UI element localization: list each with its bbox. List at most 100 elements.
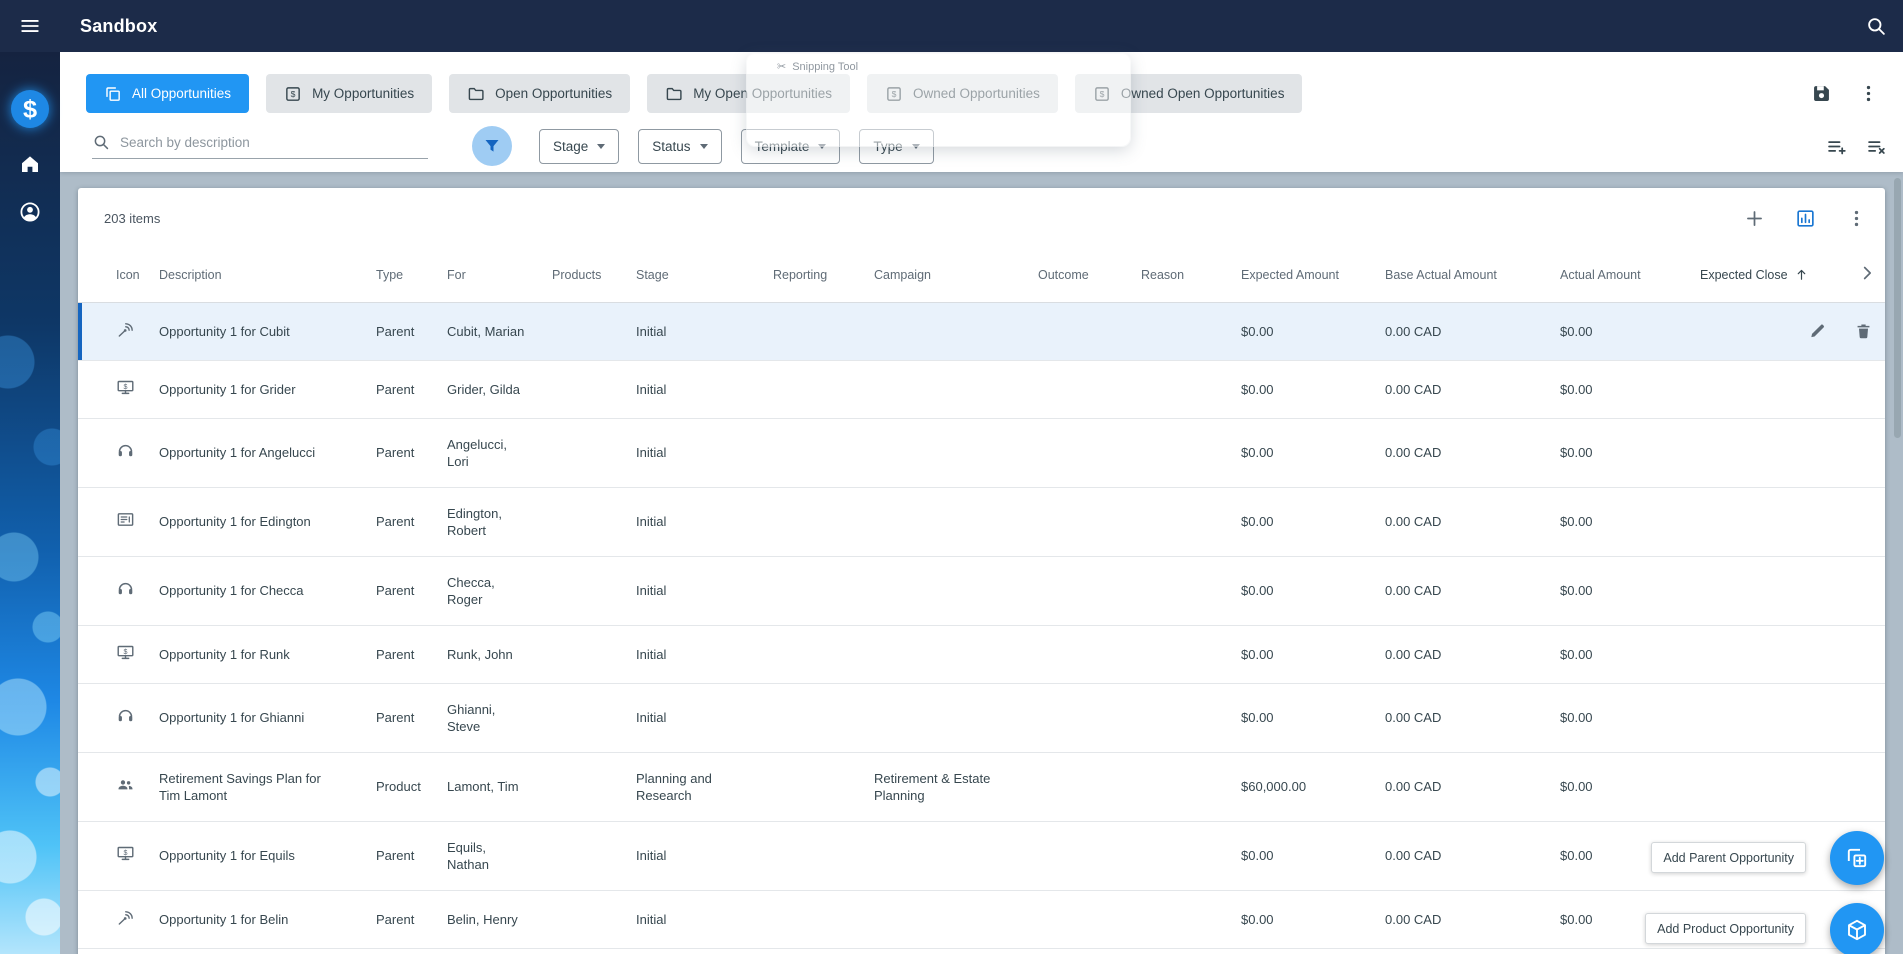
cell-expected-close [1700, 752, 1857, 822]
sidebar-item-profile[interactable] [18, 200, 42, 224]
cell-outcome [1038, 752, 1141, 822]
sort-ascending-icon [1794, 267, 1809, 282]
scroll-columns-right-button[interactable] [1857, 248, 1885, 303]
cell-products [552, 752, 636, 822]
cell-type: Parent [376, 890, 447, 949]
cell-actual-amount: $0.00 [1560, 752, 1700, 822]
cell-expected-close [1700, 625, 1857, 684]
status-dropdown[interactable]: Status [638, 128, 722, 164]
cell-outcome [1038, 360, 1141, 419]
column-header-expected-amount[interactable]: Expected Amount [1241, 248, 1385, 303]
cell-base-actual-amount: 0.00 CAD [1385, 487, 1560, 557]
table-row[interactable]: Retirement Savings Plan for Tim Lamont Pr… [78, 752, 1885, 822]
cell-reason [1141, 302, 1241, 361]
template-dropdown[interactable]: Template [740, 128, 841, 164]
table-row[interactable]: Opportunity 1 for Checca Parent Checca, Ro… [78, 556, 1885, 626]
tab-my-open-opportunities[interactable]: My Open Opportunities [647, 74, 851, 113]
cell-base-actual-amount: 0.00 CAD [1385, 418, 1560, 488]
search-icon [1865, 15, 1887, 37]
save-view-button[interactable] [1811, 83, 1832, 104]
header-search-button[interactable] [1865, 15, 1887, 37]
sidebar-item-home[interactable] [18, 152, 42, 176]
cell-description: Opportunity 1 for Cubit [159, 302, 376, 361]
cell-outcome [1038, 302, 1141, 361]
column-header-for[interactable]: For [447, 248, 552, 303]
tab-open-opportunities[interactable]: Open Opportunities [449, 74, 631, 113]
tab-label: My Opportunities [312, 86, 415, 101]
sidebar-item-opportunities[interactable]: $ [11, 90, 49, 128]
cell-outcome [1038, 625, 1141, 684]
people-icon [116, 775, 135, 794]
tab-label: Owned Open Opportunities [1120, 86, 1285, 101]
column-header-icon[interactable]: Icon [78, 248, 159, 303]
cell-expected-amount: $0.00 [1241, 821, 1385, 891]
search-input[interactable] [120, 134, 428, 150]
column-label: Icon [116, 267, 140, 282]
column-header-reporting[interactable]: Reporting [773, 248, 874, 303]
add-product-opportunity-button[interactable] [1830, 903, 1884, 954]
cell-campaign [874, 487, 1038, 557]
table-row[interactable]: $ Opportunity 1 for Grider Parent Grider, G… [78, 360, 1885, 419]
column-header-expected-close[interactable]: Expected Close [1700, 248, 1857, 303]
cell-base-actual-amount: 0.00 CAD [1385, 625, 1560, 684]
table-row[interactable]: Opportunity 1 for Belin Parent Belin, Henr… [78, 890, 1885, 949]
table-row[interactable]: Opportunity 1 for Ghianni Parent Ghianni, … [78, 683, 1885, 753]
column-header-products[interactable]: Products [552, 248, 636, 303]
cell-stage: Initial [636, 418, 773, 488]
view-tabs-bar: All Opportunities $ My Opportunities Open O… [60, 52, 1903, 113]
chart-view-button[interactable] [1795, 208, 1816, 229]
column-header-reason[interactable]: Reason [1141, 248, 1241, 303]
row-options-add-button[interactable] [1826, 136, 1847, 157]
tab-all-opportunities[interactable]: All Opportunities [86, 74, 250, 113]
edit-row-button[interactable] [1808, 322, 1827, 341]
cell-expected-amount: $0.00 [1241, 625, 1385, 684]
filter-button[interactable] [472, 126, 512, 166]
table-row[interactable]: Opportunity 1 for Cubit Parent Cubit, Mari… [78, 302, 1885, 361]
cell-products [552, 302, 636, 361]
column-header-campaign[interactable]: Campaign [874, 248, 1038, 303]
add-parent-opportunity-button[interactable] [1830, 831, 1884, 885]
cell-products [552, 890, 636, 949]
column-header-type[interactable]: Type [376, 248, 447, 303]
tab-my-opportunities[interactable]: $ My Opportunities [266, 74, 433, 113]
more-vert-icon [1858, 83, 1879, 104]
cell-outcome [1038, 487, 1141, 557]
list-more-options-button[interactable] [1846, 208, 1867, 229]
column-header-base-actual-amount[interactable]: Base Actual Amount [1385, 248, 1560, 303]
add-product-icon [1845, 918, 1869, 942]
tab-owned-open-opportunities[interactable]: $ Owned Open Opportunities [1074, 74, 1303, 113]
column-header-actual-amount[interactable]: Actual Amount [1560, 248, 1700, 303]
cell-outcome [1038, 418, 1141, 488]
column-header-outcome[interactable]: Outcome [1038, 248, 1141, 303]
menu-button[interactable] [0, 0, 60, 52]
column-header-description[interactable]: Description [159, 248, 376, 303]
scrollbar-thumb[interactable] [1894, 178, 1901, 438]
home-icon [18, 152, 42, 176]
type-dropdown[interactable]: Type [859, 128, 934, 164]
cell-reason [1141, 625, 1241, 684]
table-row[interactable]: Opportunity 1 for Angelucci Parent Angeluc… [78, 418, 1885, 488]
cell-icon [78, 418, 159, 488]
cell-reporting [773, 302, 874, 361]
column-header-stage[interactable]: Stage [636, 248, 773, 303]
delete-row-button[interactable] [1854, 322, 1873, 341]
column-label: Actual Amount [1560, 267, 1641, 282]
satellite-dish-icon [116, 320, 135, 339]
stage-dropdown[interactable]: Stage [539, 128, 620, 164]
more-vert-icon [1846, 208, 1867, 229]
filter-bar: Stage Status Template Type [60, 117, 1903, 175]
cell-expected-close [1700, 487, 1857, 557]
more-options-button[interactable] [1858, 83, 1879, 104]
copy-icon [104, 85, 122, 103]
cell-icon [78, 752, 159, 822]
add-opportunity-button[interactable] [1744, 208, 1765, 229]
cell-reason [1141, 556, 1241, 626]
opportunities-table: Icon Description Type For Products Stage Repor… [78, 248, 1885, 949]
table-row[interactable]: $ Opportunity 1 for Runk Parent Runk, John I… [78, 625, 1885, 684]
cell-reporting [773, 556, 874, 626]
table-row[interactable]: $ Opportunity 1 for Equils Parent Equils, N… [78, 821, 1885, 891]
tab-owned-opportunities[interactable]: $ Owned Opportunities [867, 74, 1058, 113]
row-options-remove-button[interactable] [1866, 136, 1887, 157]
app-header: Sandbox [0, 0, 1903, 52]
table-row[interactable]: Opportunity 1 for Edington Parent Edington… [78, 487, 1885, 557]
